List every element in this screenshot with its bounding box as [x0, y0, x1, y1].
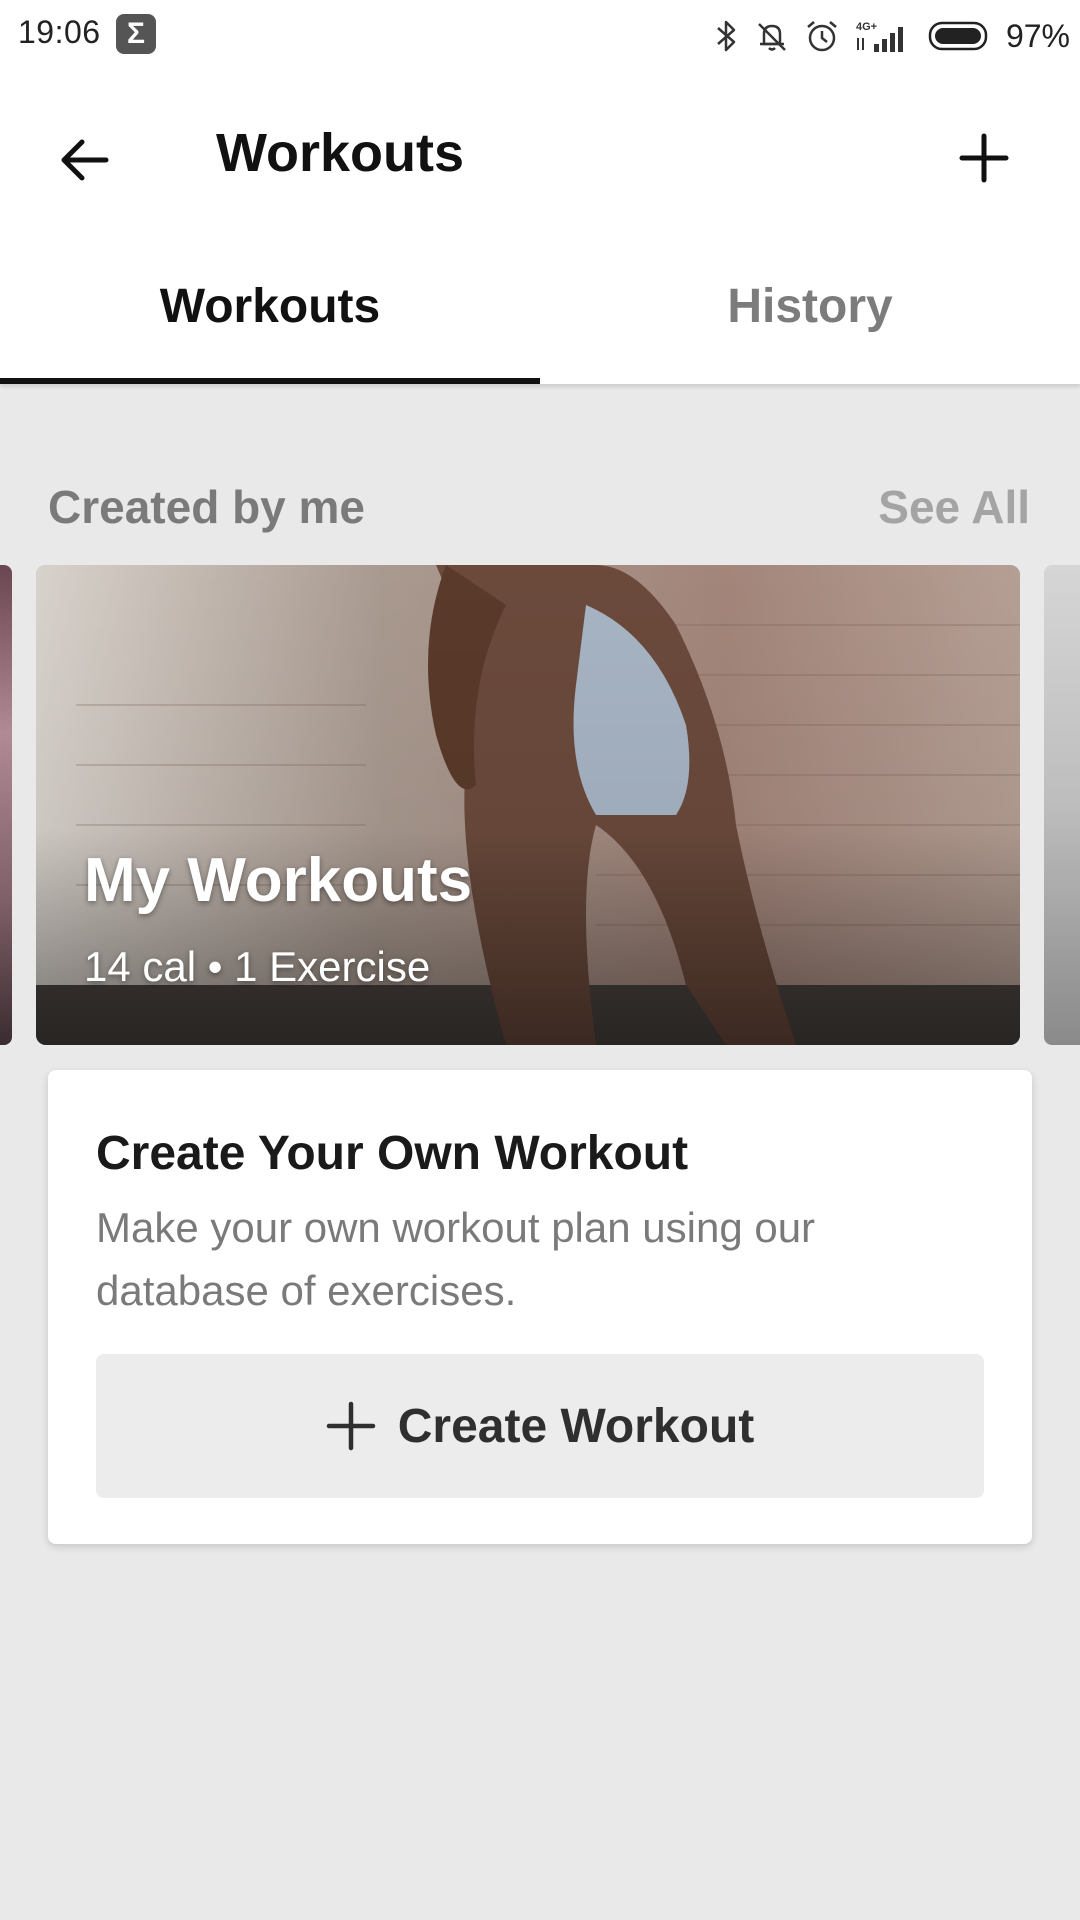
section-title: Created by me	[48, 481, 366, 533]
workout-card[interactable]: My Workouts 14 cal • 1 Exercise	[36, 565, 1020, 1045]
app-bar: Workouts	[0, 72, 1080, 242]
status-icons: 4G+ 97%	[714, 14, 1070, 58]
page-title: Workouts	[216, 123, 465, 183]
carousel-card-next[interactable]	[1044, 565, 1080, 1045]
plus-icon	[326, 1401, 375, 1451]
tab-history[interactable]: History	[540, 242, 1080, 384]
create-button-label: Create Workout	[397, 1399, 755, 1453]
battery-percentage: 97%	[1005, 17, 1070, 54]
create-card-title: Create Your Own Workout	[96, 1127, 689, 1180]
create-workout-card: Create Your Own Workout Make your own wo…	[48, 1070, 1032, 1544]
status-bar: 19:06 Σ 4G+ 97%	[0, 0, 1080, 72]
muted-bell-icon	[758, 23, 786, 51]
tab-workouts[interactable]: Workouts	[0, 242, 540, 384]
back-button[interactable]	[48, 124, 120, 196]
signal-4g-icon: 4G+	[856, 21, 903, 52]
add-workout-button[interactable]	[948, 122, 1020, 194]
status-time: 19:06	[18, 14, 101, 50]
sigma-icon: Σ	[116, 14, 156, 54]
create-card-description: Make your own workout plan using our dat…	[96, 1204, 816, 1314]
workout-card-meta: 14 cal • 1 Exercise	[84, 943, 431, 990]
plus-icon	[959, 133, 1009, 183]
tab-bar: Workouts History	[0, 242, 1080, 384]
bluetooth-icon	[717, 20, 736, 52]
workout-card-title: My Workouts	[84, 846, 473, 915]
arrow-left-icon	[61, 139, 109, 181]
create-workout-button[interactable]: Create Workout	[96, 1354, 984, 1498]
svg-text:4G+: 4G+	[856, 21, 877, 33]
battery-icon	[928, 21, 988, 51]
tab-indicator	[0, 378, 540, 384]
alarm-icon	[807, 21, 837, 52]
see-all-link[interactable]: See All	[878, 480, 1030, 534]
carousel-card-previous[interactable]	[0, 565, 12, 1045]
